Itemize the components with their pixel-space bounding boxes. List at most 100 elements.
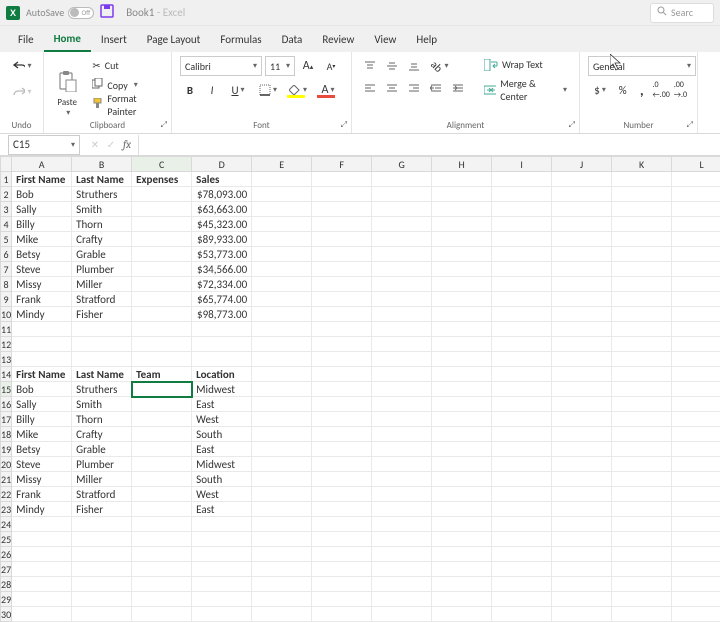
cell[interactable] — [132, 607, 192, 622]
cell[interactable] — [492, 472, 552, 487]
cell[interactable]: First Name — [12, 367, 72, 382]
cell[interactable] — [612, 397, 672, 412]
col-header-I[interactable]: I — [492, 157, 552, 172]
cell[interactable] — [252, 532, 312, 547]
cell[interactable] — [192, 337, 252, 352]
cell[interactable] — [12, 352, 72, 367]
cut-button[interactable]: ✂Cut — [88, 56, 163, 74]
cell[interactable] — [252, 562, 312, 577]
cell[interactable] — [612, 442, 672, 457]
cell[interactable]: Steve — [12, 457, 72, 472]
cell[interactable] — [312, 487, 372, 502]
cell[interactable]: Last Name — [72, 172, 132, 187]
row-header[interactable]: 20 — [1, 457, 12, 472]
cell[interactable] — [432, 187, 492, 202]
cell[interactable] — [252, 382, 312, 397]
cell[interactable] — [132, 292, 192, 307]
cell[interactable] — [12, 532, 72, 547]
cell[interactable] — [612, 532, 672, 547]
cell[interactable] — [252, 442, 312, 457]
cancel-formula-button[interactable]: ✕ — [88, 138, 102, 151]
align-right-button[interactable] — [404, 78, 424, 98]
cell[interactable] — [132, 442, 192, 457]
cell[interactable] — [612, 607, 672, 622]
cell[interactable] — [372, 592, 432, 607]
cell[interactable] — [252, 337, 312, 352]
col-header-E[interactable]: E — [252, 157, 312, 172]
cell[interactable] — [672, 457, 720, 472]
cell[interactable] — [132, 532, 192, 547]
cell[interactable] — [192, 607, 252, 622]
cell[interactable] — [252, 427, 312, 442]
cell[interactable] — [312, 457, 372, 472]
cell[interactable]: Miller — [72, 277, 132, 292]
cell[interactable] — [672, 307, 720, 322]
cell[interactable] — [312, 172, 372, 187]
cell[interactable] — [552, 577, 612, 592]
cell[interactable] — [132, 577, 192, 592]
cell[interactable] — [432, 292, 492, 307]
decrease-decimal-button[interactable]: .00→.0 — [672, 80, 689, 100]
cell[interactable] — [72, 607, 132, 622]
cell[interactable] — [312, 202, 372, 217]
cell[interactable] — [672, 337, 720, 352]
cell[interactable] — [372, 457, 432, 472]
cell[interactable] — [552, 382, 612, 397]
cell[interactable] — [312, 592, 372, 607]
align-top-button[interactable] — [360, 56, 380, 76]
cell[interactable] — [432, 607, 492, 622]
decrease-font-button[interactable]: A▾ — [321, 56, 341, 76]
cell[interactable] — [492, 292, 552, 307]
cell[interactable] — [432, 412, 492, 427]
cell[interactable] — [252, 172, 312, 187]
row-header[interactable]: 30 — [1, 607, 12, 622]
cell[interactable] — [12, 562, 72, 577]
menu-page-layout[interactable]: Page Layout — [137, 26, 211, 52]
col-header-B[interactable]: B — [72, 157, 132, 172]
cell[interactable] — [552, 277, 612, 292]
cell[interactable]: East — [192, 397, 252, 412]
cell[interactable] — [672, 472, 720, 487]
col-header-D[interactable]: D — [192, 157, 252, 172]
row-header[interactable]: 16 — [1, 397, 12, 412]
cell[interactable] — [672, 517, 720, 532]
percent-format-button[interactable]: % — [614, 80, 631, 100]
cell[interactable] — [672, 532, 720, 547]
menu-formulas[interactable]: Formulas — [210, 26, 271, 52]
cell[interactable] — [132, 547, 192, 562]
cell[interactable] — [612, 247, 672, 262]
cell[interactable] — [552, 412, 612, 427]
cell[interactable] — [132, 187, 192, 202]
cell[interactable]: Mindy — [12, 307, 72, 322]
cell[interactable] — [432, 457, 492, 472]
cell[interactable] — [312, 217, 372, 232]
cell[interactable] — [492, 232, 552, 247]
menu-review[interactable]: Review — [312, 26, 364, 52]
row-header[interactable]: 28 — [1, 577, 12, 592]
cell[interactable] — [612, 217, 672, 232]
menu-file[interactable]: File — [8, 26, 44, 52]
cell[interactable] — [252, 292, 312, 307]
cell[interactable]: Fisher — [72, 502, 132, 517]
cell[interactable] — [672, 487, 720, 502]
cell[interactable] — [552, 187, 612, 202]
cell[interactable] — [312, 517, 372, 532]
cell[interactable] — [612, 472, 672, 487]
cell[interactable]: Grable — [72, 442, 132, 457]
cell[interactable]: Billy — [12, 217, 72, 232]
cell[interactable]: Thorn — [72, 412, 132, 427]
cell[interactable] — [492, 562, 552, 577]
cell[interactable]: Plumber — [72, 457, 132, 472]
cell[interactable] — [132, 232, 192, 247]
menu-view[interactable]: View — [364, 26, 406, 52]
font-launcher[interactable]: ⤢ — [341, 120, 347, 130]
cell[interactable] — [492, 412, 552, 427]
cell[interactable] — [132, 277, 192, 292]
align-center-button[interactable] — [382, 78, 402, 98]
cell[interactable] — [672, 232, 720, 247]
cell[interactable] — [192, 532, 252, 547]
cell[interactable] — [372, 502, 432, 517]
cell[interactable] — [612, 502, 672, 517]
col-header-K[interactable]: K — [612, 157, 672, 172]
cell[interactable] — [252, 397, 312, 412]
